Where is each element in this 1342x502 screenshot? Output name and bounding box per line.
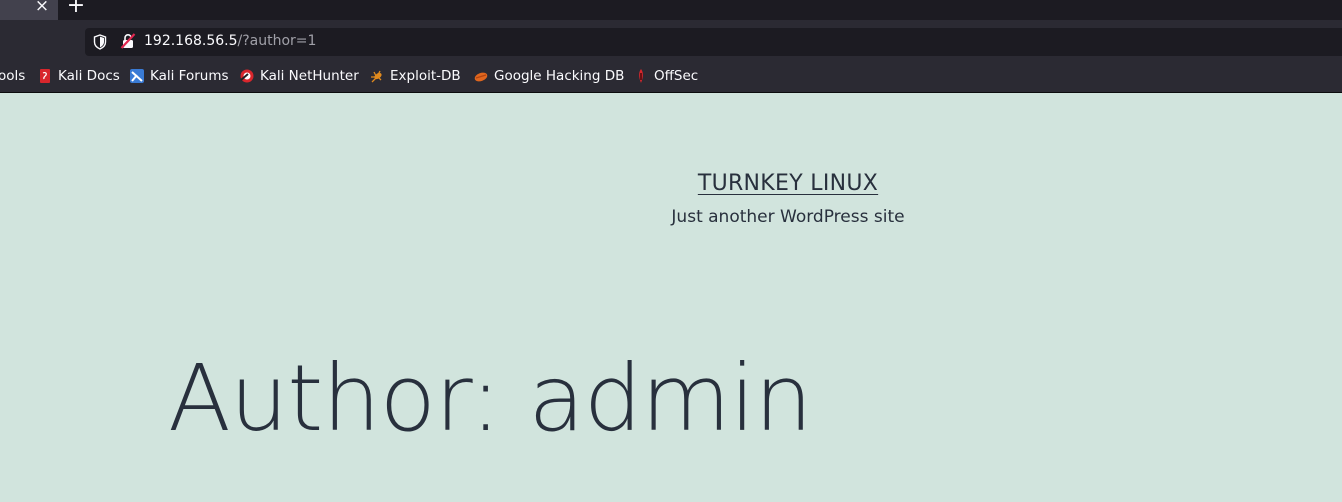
url-path: /?author=1 bbox=[237, 33, 317, 49]
url-bar[interactable]: 192.168.56.5/?author=1 bbox=[85, 28, 1342, 56]
bookmark-label: OffSec bbox=[654, 68, 699, 84]
tab-close-icon[interactable]: × bbox=[33, 0, 51, 17]
navigation-toolbar: 192.168.56.5/?author=1 bbox=[0, 20, 1342, 61]
bookmark-exploit-db[interactable]: Exploit-DB bbox=[369, 67, 461, 85]
bookmarks-toolbar: ools Kali Docs Kali Forums Kali NetHunte… bbox=[0, 61, 1342, 93]
google-hacking-db-icon bbox=[474, 72, 488, 82]
tracking-protection-shield-icon[interactable] bbox=[93, 34, 107, 50]
bookmark-label: ools bbox=[0, 68, 26, 84]
bookmark-kali-docs[interactable]: Kali Docs bbox=[37, 67, 120, 85]
offsec-icon bbox=[639, 69, 643, 83]
url-host: 192.168.56.5 bbox=[144, 33, 238, 49]
bookmark-label: Google Hacking DB bbox=[494, 68, 625, 84]
bookmark-label: Kali NetHunter bbox=[260, 68, 359, 84]
page-heading: Author: admin bbox=[168, 345, 813, 452]
site-title: TURNKEY LINUX bbox=[0, 171, 1342, 196]
active-tab[interactable]: × bbox=[0, 0, 58, 20]
new-tab-button[interactable]: + bbox=[65, 0, 87, 18]
bookmark-label: Exploit-DB bbox=[390, 68, 461, 84]
bookmark-google-hacking-db[interactable]: Google Hacking DB bbox=[473, 67, 624, 85]
bookmark-kali-nethunter[interactable]: Kali NetHunter bbox=[239, 67, 359, 85]
kali-nethunter-icon bbox=[240, 69, 254, 83]
kali-forums-icon bbox=[130, 69, 144, 83]
page-content: TURNKEY LINUX Just another WordPress sit… bbox=[0, 93, 1342, 502]
bookmark-label: Kali Docs bbox=[58, 68, 120, 84]
connection-not-secure-icon[interactable] bbox=[120, 33, 136, 49]
kali-docs-icon bbox=[40, 69, 50, 83]
exploit-db-icon bbox=[371, 70, 382, 83]
bookmark-kali-forums[interactable]: Kali Forums bbox=[129, 67, 229, 85]
bookmark-tools[interactable]: ools bbox=[0, 67, 25, 85]
site-description: Just another WordPress site bbox=[671, 207, 905, 227]
bookmark-offsec[interactable]: OffSec bbox=[633, 67, 698, 85]
url-text[interactable]: 192.168.56.5/?author=1 bbox=[144, 33, 316, 50]
tab-strip: × + bbox=[0, 0, 1342, 20]
bookmark-label: Kali Forums bbox=[150, 68, 229, 84]
site-title-link[interactable]: TURNKEY LINUX bbox=[698, 171, 878, 196]
